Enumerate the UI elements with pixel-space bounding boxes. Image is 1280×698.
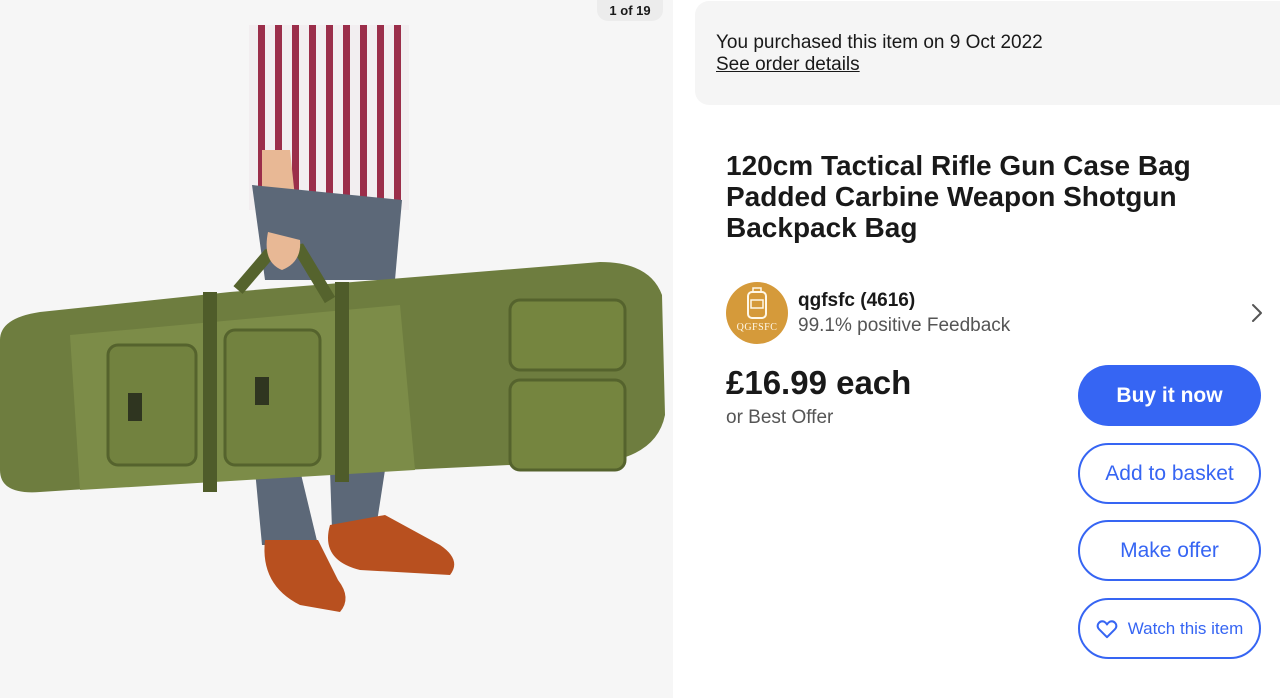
seller-info-row[interactable]: QGFSFC qgfsfc (4616) 99.1% positive Feed…	[726, 282, 1266, 346]
see-order-details-link[interactable]: See order details	[716, 54, 860, 76]
bag-pocket-2	[223, 328, 322, 467]
make-offer-button[interactable]: Make offer	[1078, 520, 1261, 581]
bag-strap-2	[335, 282, 349, 482]
shoe-right	[328, 515, 455, 575]
seller-logo: QGFSFC	[726, 282, 788, 344]
image-counter: 1 of 19	[597, 0, 663, 21]
buy-it-now-button[interactable]: Buy it now	[1078, 365, 1261, 426]
backpack-icon	[747, 287, 767, 319]
seller-logo-text: QGFSFC	[736, 322, 778, 333]
bag-strap-1	[203, 292, 217, 492]
watch-item-label: Watch this item	[1127, 618, 1244, 638]
item-title: 120cm Tactical Rifle Gun Case Bag Padded…	[726, 150, 1191, 243]
trousers	[252, 185, 402, 280]
bag-pocket-3	[508, 298, 627, 372]
make-offer-label: Make offer	[1120, 538, 1219, 562]
item-price: £16.99 each	[726, 364, 912, 401]
add-to-basket-button[interactable]: Add to basket	[1078, 443, 1261, 504]
purchase-message: You purchased this item on 9 Oct 2022	[716, 32, 1043, 53]
seller-name[interactable]: qgfsfc (4616)	[798, 290, 915, 312]
purchase-banner: You purchased this item on 9 Oct 2022 Se…	[695, 1, 1280, 105]
chevron-right-icon[interactable]	[1250, 302, 1264, 324]
best-offer-text: or Best Offer	[726, 407, 834, 428]
add-to-basket-label: Add to basket	[1105, 461, 1234, 485]
bag-pocket-1	[106, 343, 198, 467]
product-image[interactable]	[0, 0, 673, 698]
seller-feedback: 99.1% positive Feedback	[798, 315, 1011, 336]
buckle-1	[128, 393, 142, 421]
trouser-leg-left	[255, 470, 318, 545]
bag-pocket-4	[508, 378, 627, 472]
buckle-2	[255, 377, 269, 405]
heart-icon	[1096, 619, 1118, 638]
watch-item-button[interactable]: Watch this item	[1078, 598, 1261, 659]
product-image-gallery[interactable]: 1 of 19	[0, 0, 673, 698]
item-details-panel: You purchased this item on 9 Oct 2022 Se…	[673, 0, 1280, 698]
buy-it-now-label: Buy it now	[1116, 383, 1223, 407]
